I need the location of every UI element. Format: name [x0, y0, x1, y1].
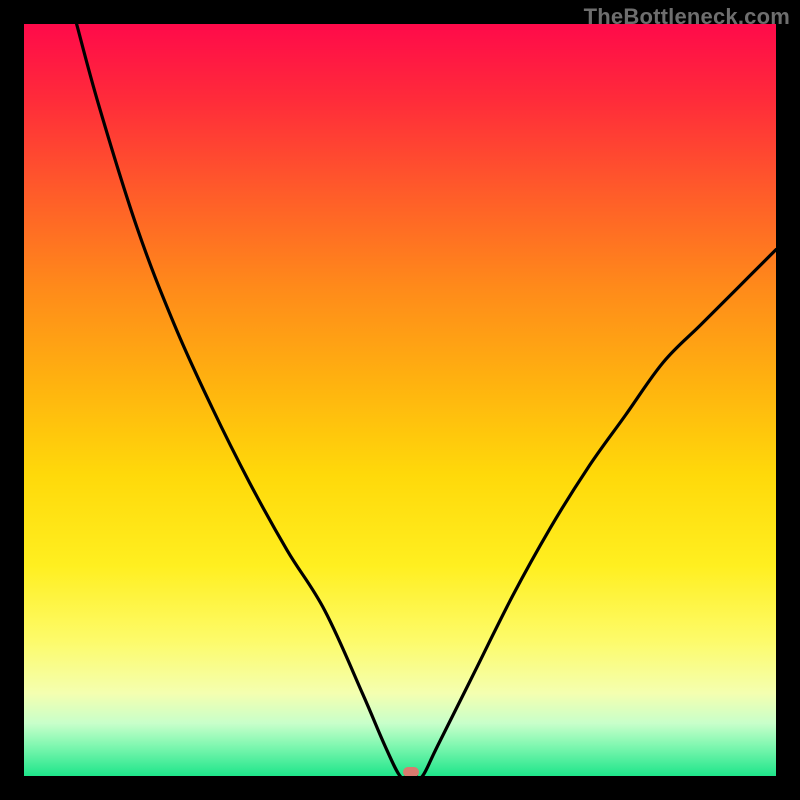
min-marker	[403, 767, 419, 776]
chart-stage: TheBottleneck.com	[0, 0, 800, 800]
curve-path	[77, 24, 776, 776]
plot-area	[24, 24, 776, 776]
curve-svg	[24, 24, 776, 776]
